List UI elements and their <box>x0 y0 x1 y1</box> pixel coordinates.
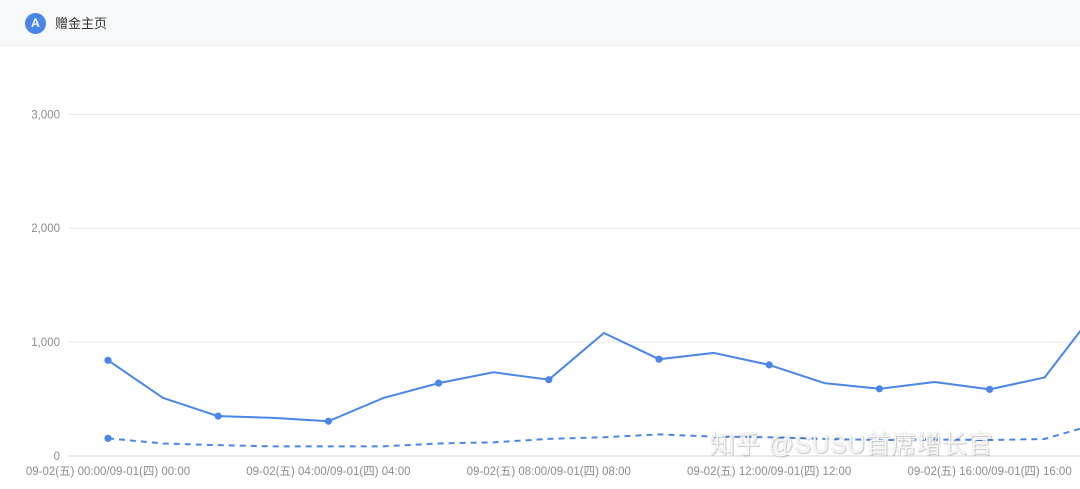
data-point[interactable] <box>324 417 332 425</box>
data-point[interactable] <box>545 376 553 384</box>
y-tick-label: 2,000 <box>31 223 60 235</box>
y-tick-label: 0 <box>54 451 60 463</box>
x-tick-label: 09-02(五) 00:00/09-01(四) 00:00 <box>26 466 190 478</box>
data-point[interactable] <box>104 356 112 364</box>
series-line-solid <box>107 329 1080 423</box>
page-title: 赠金主页 <box>55 16 108 31</box>
data-point[interactable] <box>875 385 884 393</box>
data-point[interactable] <box>104 434 112 442</box>
series-line-dashed <box>107 427 1080 448</box>
line-chart: 0 1,000 2,000 3,000 09-02(五) 00:00/09-01(四) … <box>26 109 1080 478</box>
data-point[interactable] <box>986 385 994 393</box>
page-header: A 赠金主页 <box>0 0 1080 46</box>
x-tick-label: 09-02(五) 08:00/09-01(四) 08:00 <box>467 466 631 478</box>
app-badge-icon: A <box>25 13 46 34</box>
y-tick-label: 1,000 <box>31 337 60 349</box>
data-point[interactable] <box>765 361 773 369</box>
data-point[interactable] <box>435 379 443 387</box>
data-point[interactable] <box>655 355 663 363</box>
x-tick-label: 09-02(五) 04:00/09-01(四) 04:00 <box>246 466 410 478</box>
x-tick-label: 09-02(五) 12:00/09-01(四) 12:00 <box>687 466 851 478</box>
data-point[interactable] <box>214 412 222 420</box>
x-tick-label: 09-02(五) 16:00/09-01(四) 16:00 <box>907 466 1071 478</box>
y-tick-label: 3,000 <box>31 109 60 121</box>
